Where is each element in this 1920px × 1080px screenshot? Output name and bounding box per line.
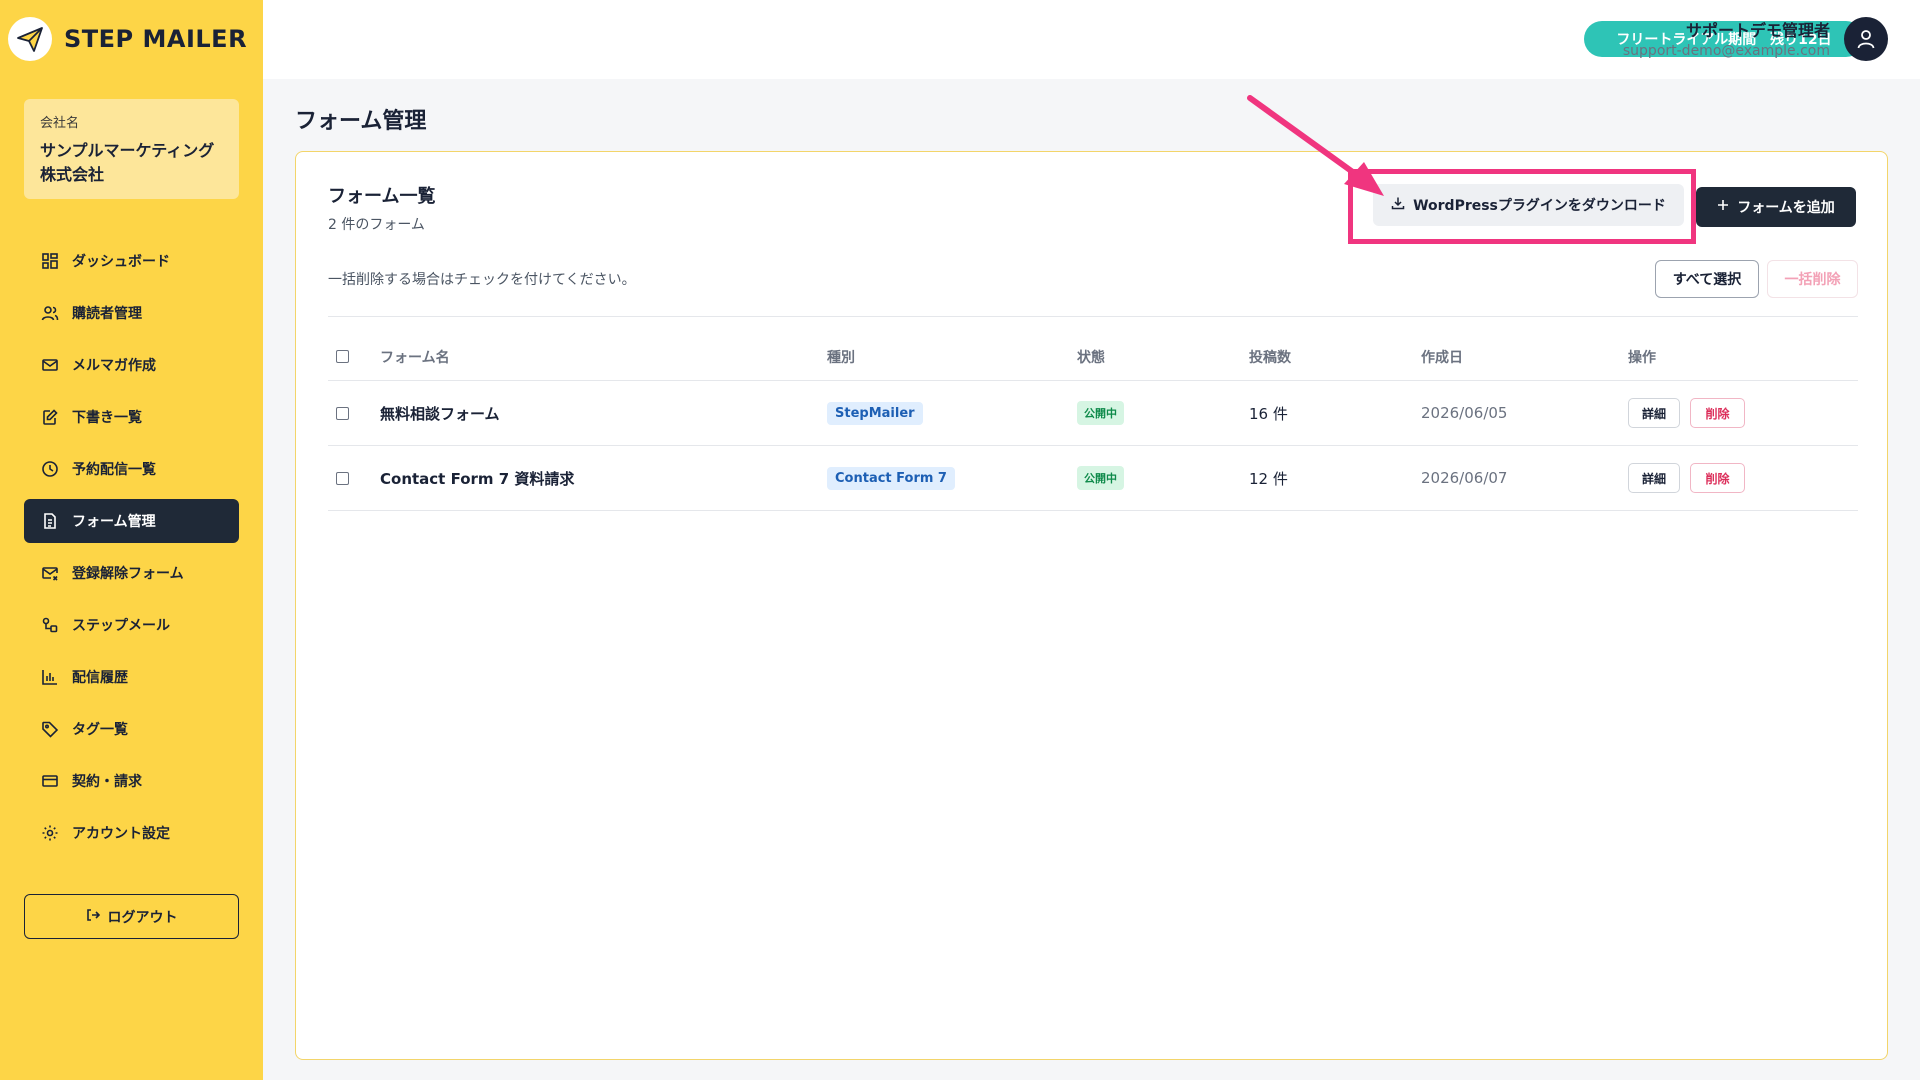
created-date: 2026/06/05 — [1421, 404, 1508, 422]
delete-button[interactable]: 削除 — [1690, 463, 1745, 493]
user-icon — [1857, 30, 1875, 49]
flow-icon — [40, 615, 60, 635]
gear-icon — [40, 823, 60, 843]
forms-table: フォーム名 種別 状態 投稿数 作成日 操作 無料相談フォーム StepMail… — [328, 333, 1858, 511]
add-form-button[interactable]: フォームを追加 — [1696, 187, 1856, 227]
sidebar-item-dashboard[interactable]: ダッシュボード — [24, 239, 239, 283]
sidebar-item-forms[interactable]: フォーム管理 — [24, 499, 239, 543]
forms-card: フォーム一覧 2 件のフォーム WordPressプラグインをダウンロード フォ… — [295, 151, 1888, 1060]
table-row: Contact Form 7 資料請求 Contact Form 7 公開中 1… — [328, 446, 1858, 511]
document-icon — [40, 511, 60, 531]
sidebar-item-history[interactable]: 配信履歴 — [24, 655, 239, 699]
sidebar-item-label: 予約配信一覧 — [72, 462, 156, 478]
column-header-count: 投稿数 — [1249, 349, 1291, 366]
sidebar-item-label: 配信履歴 — [72, 670, 128, 686]
sidebar: STEP MAILER 会社名 サンプルマーケティング 株式会社 ダッシュボード… — [0, 0, 263, 1080]
type-badge: StepMailer — [827, 401, 923, 425]
clock-icon — [40, 459, 60, 479]
column-header-actions: 操作 — [1628, 349, 1656, 366]
annotation-arrow — [1247, 95, 1384, 196]
sidebar-item-label: ステップメール — [72, 618, 170, 634]
logout-icon — [86, 908, 100, 926]
sidebar-item-unsubscribe[interactable]: 登録解除フォーム — [24, 551, 239, 595]
company-name-line1: サンプルマーケティング — [40, 141, 215, 160]
sidebar-item-label: ダッシュボード — [72, 254, 170, 270]
company-label: 会社名 — [40, 116, 80, 131]
sidebar-item-scheduled[interactable]: 予約配信一覧 — [24, 447, 239, 491]
delete-button[interactable]: 削除 — [1690, 398, 1745, 428]
add-form-label: フォームを追加 — [1737, 200, 1835, 216]
column-header-type: 種別 — [827, 349, 855, 366]
row-checkbox[interactable] — [336, 406, 349, 420]
plus-icon — [1717, 199, 1729, 215]
select-all-button[interactable]: すべて選択 — [1655, 260, 1759, 298]
created-date: 2026/06/07 — [1421, 469, 1508, 487]
detail-button[interactable]: 詳細 — [1628, 463, 1680, 493]
form-name: 無料相談フォーム — [380, 404, 500, 423]
sidebar-item-label: 登録解除フォーム — [72, 566, 184, 582]
avatar[interactable] — [1844, 17, 1888, 61]
status-badge: 公開中 — [1077, 466, 1124, 490]
submission-count: 12 件 — [1249, 469, 1288, 488]
top-header: フリートライアル期間 残り12日 サポートデモ管理者 support-demo@… — [263, 0, 1920, 79]
users-icon — [40, 303, 60, 323]
user-info: サポートデモ管理者 support-demo@example.com — [1623, 17, 1830, 59]
tag-icon — [40, 719, 60, 739]
logo[interactable]: STEP MAILER — [8, 17, 247, 61]
status-badge: 公開中 — [1077, 401, 1124, 425]
company-box: 会社名 サンプルマーケティング 株式会社 — [24, 99, 239, 199]
brand-name: STEP MAILER — [64, 25, 248, 53]
select-all-checkbox[interactable] — [336, 350, 349, 363]
submission-count: 16 件 — [1249, 404, 1288, 423]
sidebar-item-label: 購読者管理 — [72, 306, 142, 322]
card-subtitle: 2 件のフォーム — [328, 217, 425, 233]
user-email: support-demo@example.com — [1622, 43, 1830, 59]
column-header-date: 作成日 — [1421, 349, 1463, 366]
highlight-box — [1348, 169, 1696, 244]
type-badge: Contact Form 7 — [827, 466, 955, 490]
sidebar-nav: ダッシュボード 購読者管理 メルマガ作成 下書き一覧 予約配信一覧 フォーム管理… — [24, 239, 239, 863]
detail-button[interactable]: 詳細 — [1628, 398, 1680, 428]
edit-icon — [40, 407, 60, 427]
user-name: サポートデモ管理者 — [1685, 21, 1830, 40]
bulk-delete-button[interactable]: 一括削除 — [1767, 260, 1858, 298]
bulk-delete-hint: 一括削除する場合はチェックを付けてください。 — [328, 272, 636, 288]
sidebar-item-billing[interactable]: 契約・請求 — [24, 759, 239, 803]
sidebar-item-account-settings[interactable]: アカウント設定 — [24, 811, 239, 855]
sidebar-item-label: メルマガ作成 — [72, 358, 156, 374]
logout-label: ログアウト — [107, 909, 178, 926]
form-name: Contact Form 7 資料請求 — [380, 469, 575, 488]
column-header-name: フォーム名 — [380, 349, 450, 366]
sidebar-item-drafts[interactable]: 下書き一覧 — [24, 395, 239, 439]
page-title: フォーム管理 — [295, 109, 427, 134]
sidebar-item-label: 下書き一覧 — [72, 410, 142, 426]
table-header-row: フォーム名 種別 状態 投稿数 作成日 操作 — [328, 333, 1858, 381]
sidebar-item-subscribers[interactable]: 購読者管理 — [24, 291, 239, 335]
divider — [328, 316, 1858, 317]
bar-chart-icon — [40, 667, 60, 687]
sidebar-item-step-mail[interactable]: ステップメール — [24, 603, 239, 647]
sidebar-item-label: フォーム管理 — [72, 514, 156, 530]
credit-card-icon — [40, 771, 60, 791]
sidebar-item-newsletter[interactable]: メルマガ作成 — [24, 343, 239, 387]
dashboard-icon — [40, 251, 60, 271]
company-name-line2: 株式会社 — [40, 165, 105, 184]
sidebar-item-label: タグ一覧 — [72, 722, 128, 738]
sidebar-item-tags[interactable]: タグ一覧 — [24, 707, 239, 751]
paper-plane-icon — [8, 17, 52, 61]
logout-button[interactable]: ログアウト — [24, 894, 239, 939]
sidebar-item-label: 契約・請求 — [72, 774, 142, 790]
sidebar-item-label: アカウント設定 — [72, 826, 170, 842]
row-checkbox[interactable] — [336, 471, 349, 485]
mail-icon — [40, 355, 60, 375]
table-row: 無料相談フォーム StepMailer 公開中 16 件 2026/06/05 … — [328, 381, 1858, 446]
card-title: フォーム一覧 — [328, 186, 436, 207]
column-header-status: 状態 — [1077, 349, 1105, 366]
mail-x-icon — [40, 563, 60, 583]
